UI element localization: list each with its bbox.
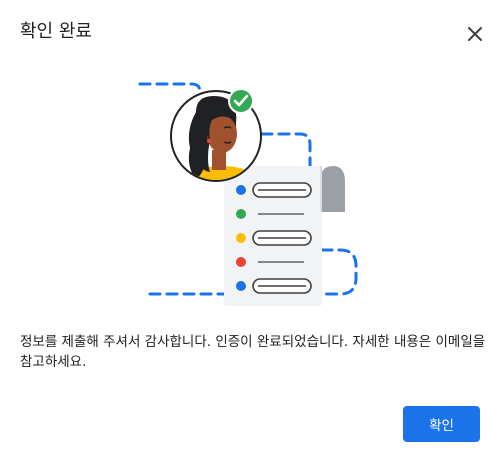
yellow-dot	[236, 233, 246, 243]
close-button[interactable]	[462, 21, 488, 47]
dialog-title: 확인 완료	[20, 21, 92, 42]
verification-illustration	[138, 82, 358, 306]
dialog-message: 정보를 제출해 주셔서 감사합니다. 인증이 완료되었습니다. 자세한 내용은 …	[20, 334, 486, 370]
checklist-document	[224, 166, 345, 306]
green-dot	[236, 209, 246, 219]
blue-dot	[236, 281, 246, 291]
red-dot	[236, 257, 246, 267]
blue-dot	[236, 185, 246, 195]
confirm-button[interactable]: 확인	[403, 406, 480, 442]
close-icon	[468, 27, 482, 41]
check-badge-icon	[228, 88, 254, 114]
verification-dialog: 확인 완료 정보를 제출해 주셔서 감사합니다. 인증이 완료되었습니다. 자세…	[0, 0, 502, 463]
